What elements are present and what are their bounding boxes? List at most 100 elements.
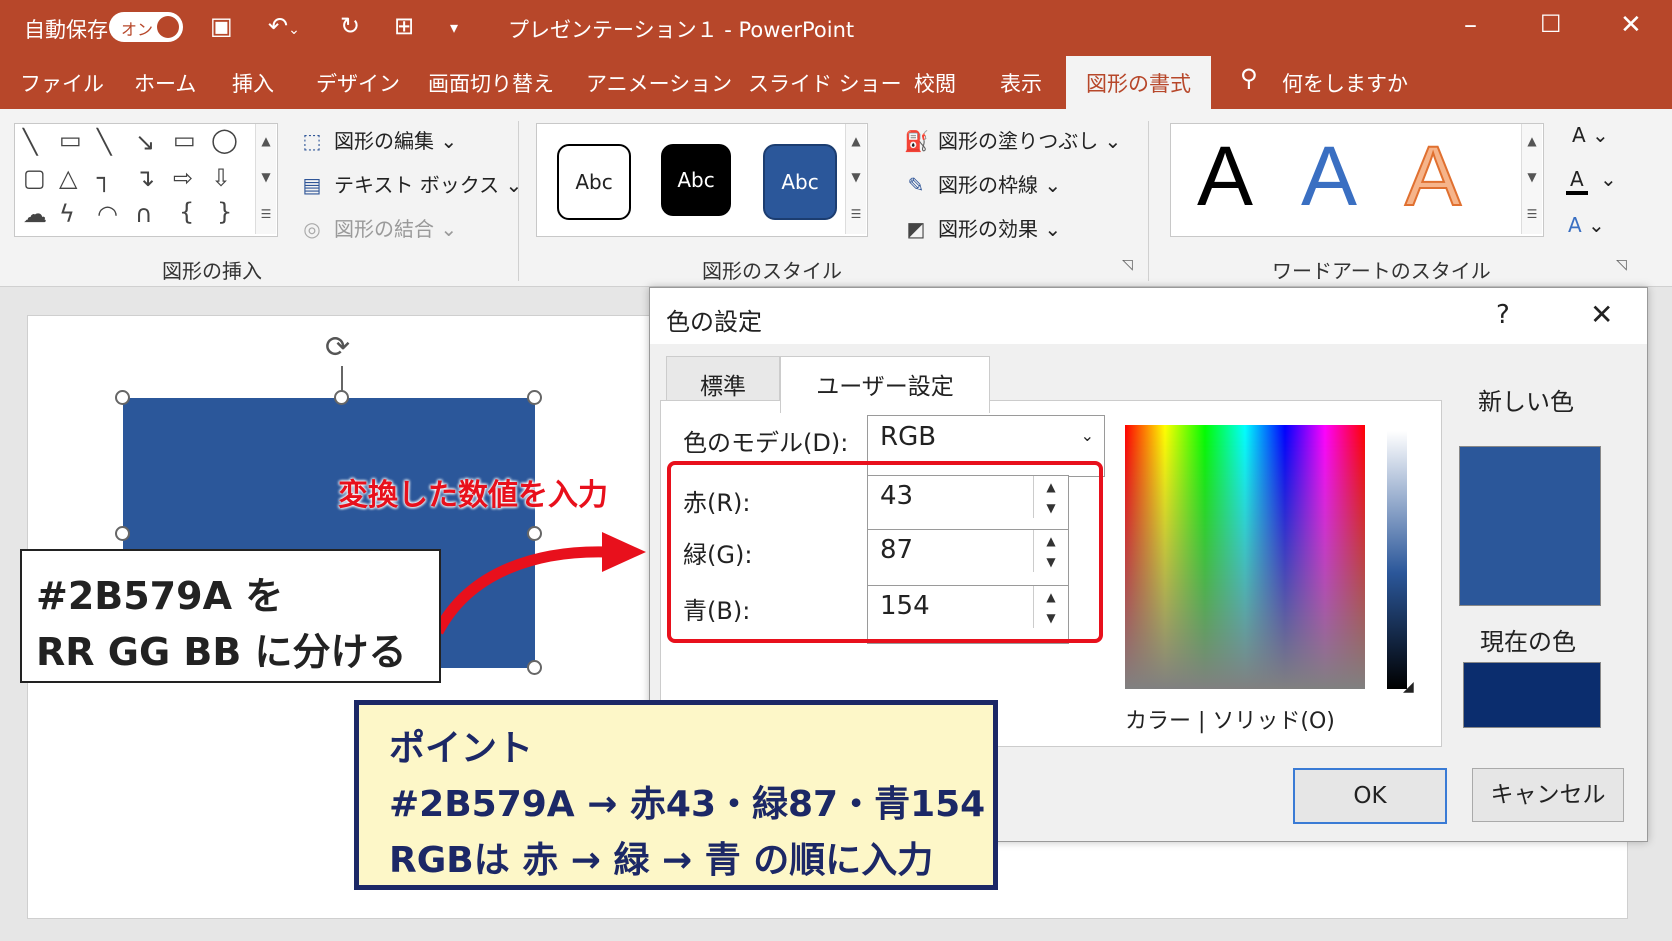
- luminance-pointer-icon[interactable]: ◢: [1403, 679, 1414, 695]
- text-box-button[interactable]: ▤ テキスト ボックス ⌄: [300, 169, 523, 198]
- shape-styles-launcher-icon[interactable]: ◹: [1122, 257, 1133, 273]
- tab-file[interactable]: ファイル: [20, 68, 104, 98]
- save-icon[interactable]: ▣: [210, 12, 233, 40]
- text-outline-dropdown[interactable]: ⌄: [1600, 167, 1617, 191]
- curve-shape-icon[interactable]: ∩: [135, 200, 153, 228]
- resize-handle[interactable]: [115, 526, 130, 541]
- shape-styles-scroll[interactable]: ▲ ▼ ☰: [845, 124, 866, 234]
- elbow-connector-icon[interactable]: ┐: [97, 164, 111, 192]
- shapes-gallery-scroll[interactable]: ▲ ▼ ☰: [255, 124, 276, 234]
- help-icon[interactable]: ?: [1496, 300, 1510, 330]
- text-effects-button[interactable]: A ⌄: [1568, 213, 1605, 237]
- red-arrow: [433, 532, 646, 635]
- lightbulb-icon[interactable]: ⚲: [1240, 64, 1258, 92]
- tab-animations[interactable]: アニメーション: [586, 68, 732, 98]
- undo-icon[interactable]: ↶⌄: [268, 12, 300, 40]
- current-color-swatch: [1463, 662, 1601, 728]
- luminance-slider[interactable]: [1387, 431, 1407, 689]
- shape-styles-gallery[interactable]: Abc Abc Abc ▲ ▼ ☰: [536, 123, 868, 237]
- right-brace-shape-icon[interactable]: }: [217, 198, 232, 226]
- shape-outline-button[interactable]: ✎ 図形の枠線 ⌄: [904, 169, 1062, 198]
- rotate-handle-icon[interactable]: ⟳: [325, 330, 350, 365]
- resize-handle[interactable]: [527, 390, 542, 405]
- style-swatch-white[interactable]: Abc: [557, 144, 631, 220]
- wordart-sample-black[interactable]: A: [1197, 128, 1253, 225]
- ribbon-tabs: ファイル ホーム 挿入 デザイン 画面切り替え アニメーション スライド ショー…: [0, 54, 1672, 121]
- redo-icon[interactable]: ↻: [340, 12, 360, 40]
- split-line-1: #2B579A を: [36, 574, 284, 618]
- point-line-2: RGBは 赤 → 緑 → 青 の順に入力: [389, 840, 934, 881]
- text-outline-icon: A: [1570, 167, 1584, 191]
- tell-me-search[interactable]: 何をしますか: [1282, 68, 1408, 98]
- rectangle-shape-icon[interactable]: ▭: [59, 126, 82, 154]
- wordart-sample-blue[interactable]: A: [1301, 128, 1357, 225]
- text-effects-icon: A: [1568, 213, 1582, 237]
- style-swatch-black[interactable]: Abc: [661, 144, 731, 216]
- right-arrow-shape-icon[interactable]: ⇨: [173, 164, 193, 192]
- hue-saturation-picker[interactable]: [1125, 425, 1365, 689]
- merge-shapes-icon: ◎: [303, 217, 321, 241]
- group-separator: [1148, 121, 1149, 281]
- wordart-scroll[interactable]: ▲ ▼ ☰: [1521, 124, 1542, 234]
- close-icon[interactable]: ✕: [1620, 10, 1642, 40]
- pen-outline-icon: ✎: [907, 173, 925, 197]
- present-from-start-icon[interactable]: ⊞: [394, 12, 414, 40]
- new-color-label: 新しい色: [1478, 388, 1574, 416]
- document-title: プレゼンテーション１ - PowerPoint: [508, 18, 855, 42]
- color-type-label: カラー | ソリッド(O): [1125, 709, 1335, 734]
- resize-handle[interactable]: [527, 660, 542, 675]
- customize-qat-icon[interactable]: ▾: [450, 18, 458, 37]
- title-bar: 自動保存 オン ▣ ↶⌄ ↻ ⊞ ▾ プレゼンテーション１ - PowerPoi…: [0, 0, 1672, 54]
- tab-transitions[interactable]: 画面切り替え: [428, 68, 554, 98]
- dialog-close-icon[interactable]: ✕: [1590, 298, 1613, 331]
- shape-effects-button[interactable]: ◩ 図形の効果 ⌄: [904, 213, 1062, 242]
- split-line-2: RR GG BB に分ける: [36, 630, 407, 674]
- group-separator: [518, 121, 519, 281]
- color-model-label: 色のモデル(D):: [683, 429, 849, 457]
- tab-custom[interactable]: ユーザー設定: [780, 356, 990, 413]
- tab-review[interactable]: 校閲: [914, 68, 956, 98]
- maximize-icon[interactable]: ☐: [1540, 10, 1562, 38]
- paint-bucket-icon: ⛽: [904, 129, 929, 153]
- line-shape-icon[interactable]: ╲: [97, 128, 111, 156]
- rectangle-shape-icon[interactable]: ▭: [173, 126, 196, 154]
- wordart-launcher-icon[interactable]: ◹: [1616, 257, 1627, 273]
- scribble-shape-icon[interactable]: ϟ: [59, 200, 75, 228]
- oval-shape-icon[interactable]: ◯: [211, 126, 238, 154]
- minimize-icon[interactable]: –: [1464, 10, 1477, 40]
- rounded-rectangle-shape-icon[interactable]: ▢: [23, 164, 46, 192]
- line-shape-icon[interactable]: ╲: [23, 128, 37, 156]
- tab-insert[interactable]: 挿入: [232, 68, 274, 98]
- left-brace-shape-icon[interactable]: {: [179, 198, 194, 226]
- text-outline-button[interactable]: A: [1566, 167, 1588, 195]
- resize-handle[interactable]: [334, 390, 349, 405]
- wordart-sample-orange[interactable]: A: [1404, 128, 1462, 225]
- shapes-gallery[interactable]: ╲ ▭ ╲ ↘ ▭ ◯ ▢ △ ┐ ↴ ⇨ ⇩ ☁ ϟ ◠ ∩ { } ▲ ▼ ☰: [14, 123, 278, 237]
- arc-shape-icon[interactable]: ◠: [97, 200, 118, 228]
- elbow-arrow-connector-icon[interactable]: ↴: [135, 164, 155, 192]
- freeform-shape-icon[interactable]: ☁: [23, 200, 47, 228]
- edit-shape-button[interactable]: ⬚ 図形の編集 ⌄: [300, 125, 458, 154]
- style-swatch-blue[interactable]: Abc: [763, 144, 837, 220]
- shape-fill-button[interactable]: ⛽ 図形の塗りつぶし ⌄: [904, 125, 1121, 154]
- insert-shapes-group-label: 図形の挿入: [162, 259, 262, 283]
- chevron-down-icon: ⌄: [1080, 426, 1094, 445]
- autosave-toggle[interactable]: オン: [109, 12, 183, 42]
- down-arrow-shape-icon[interactable]: ⇩: [211, 164, 231, 192]
- resize-handle[interactable]: [115, 390, 130, 405]
- ok-button[interactable]: OK: [1293, 768, 1447, 824]
- triangle-shape-icon[interactable]: △: [59, 164, 77, 192]
- tab-slideshow[interactable]: スライド ショー: [748, 68, 902, 98]
- tab-view[interactable]: 表示: [1000, 68, 1042, 98]
- text-box-icon: ▤: [302, 173, 322, 197]
- wordart-gallery[interactable]: A A A ▲ ▼ ☰: [1170, 123, 1544, 237]
- split-callout: #2B579A を RR GG BB に分ける: [20, 549, 441, 683]
- merge-shapes-button[interactable]: ◎ 図形の結合 ⌄: [300, 213, 457, 242]
- cancel-button[interactable]: キャンセル: [1472, 768, 1624, 822]
- text-fill-button[interactable]: A ⌄: [1572, 123, 1609, 147]
- shape-styles-group-label: 図形のスタイル: [702, 259, 842, 283]
- tab-home[interactable]: ホーム: [134, 68, 196, 98]
- arrow-line-shape-icon[interactable]: ↘: [135, 128, 155, 156]
- input-note-label: 変換した数値を入力: [338, 478, 608, 513]
- tab-design[interactable]: デザイン: [316, 68, 400, 98]
